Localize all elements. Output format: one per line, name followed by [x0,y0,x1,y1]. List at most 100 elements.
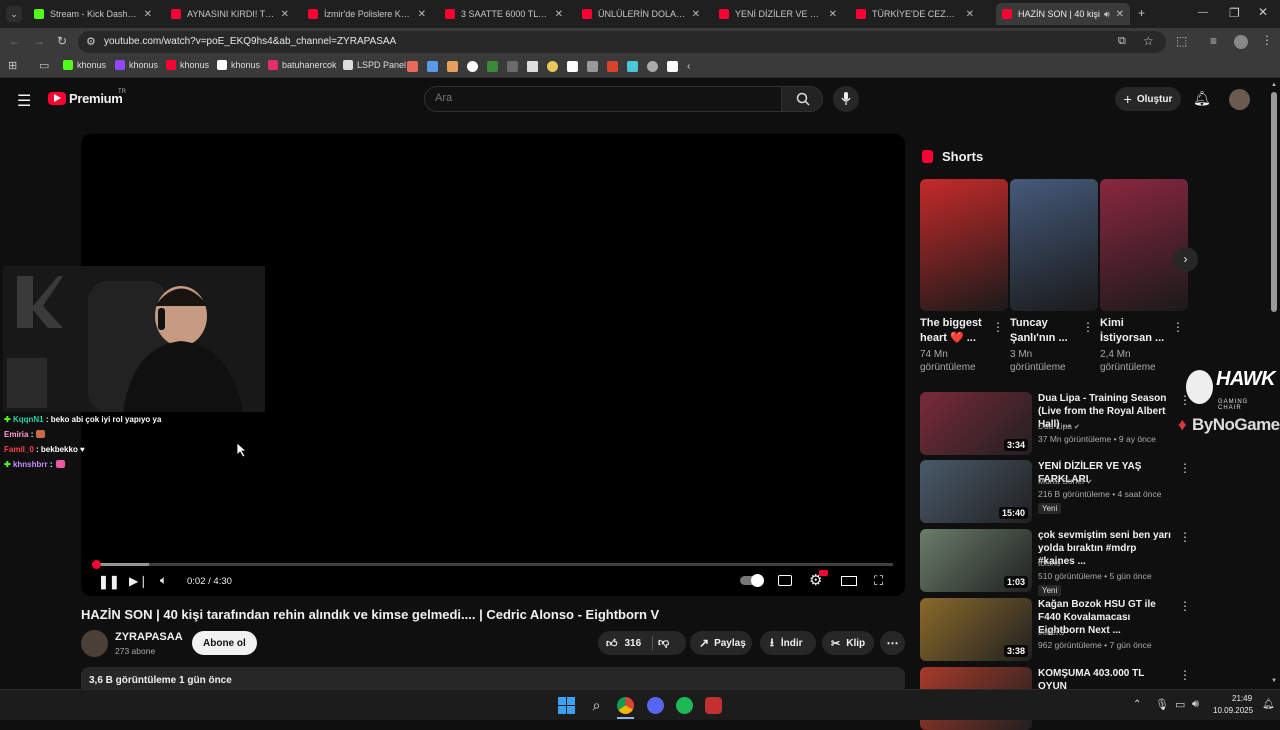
shorts-next-button[interactable]: › [1173,247,1198,272]
browser-tab[interactable]: YENİ DİZİLER VE YAŞ FAR ✕ [713,3,843,25]
short-menu-icon[interactable]: ⋮ [1082,320,1094,334]
bookmark-icon[interactable] [507,61,518,72]
reload-icon[interactable]: ↻ [57,34,67,48]
minimize-button[interactable]: — [1198,7,1208,18]
bookmark-icon[interactable] [547,61,558,72]
folder-icon[interactable]: ▭ [39,59,49,72]
bookmark-icon[interactable] [607,61,618,72]
create-button[interactable]: + Oluştur [1115,87,1181,111]
progress-bar[interactable] [92,560,893,569]
cast-icon[interactable]: ⧉ [1118,35,1126,48]
subscribe-button[interactable]: Abone ol [192,631,257,655]
chrome-icon[interactable] [617,697,634,714]
bookmark-item[interactable]: LSPD Panel [343,60,406,70]
bookmark-icon[interactable] [427,61,438,72]
subtitles-icon[interactable] [778,575,792,586]
close-tab-icon[interactable]: ✕ [1116,9,1124,20]
account-avatar[interactable] [1229,89,1250,110]
spotify-icon[interactable] [676,697,693,714]
close-tab-icon[interactable]: ✕ [418,9,426,20]
bookmark-icon[interactable] [447,61,458,72]
browser-tab[interactable]: 3 SAATTE 6000 TL SERİSİ ✕ [439,3,569,25]
short-menu-icon[interactable]: ⋮ [992,320,1004,334]
next-button[interactable]: ▶❘ [129,574,148,588]
site-info-icon[interactable]: ⚙ [86,35,96,48]
browser-tab[interactable]: Stream - Kick Dashboard ✕ [28,3,158,25]
volume-icon[interactable]: 🔈︎ [160,573,167,588]
browser-tab[interactable]: İzmir'de Polislere Kalleş S ✕ [302,3,432,25]
taskbar-search-icon[interactable]: ⌕ [588,697,605,714]
search-input[interactable] [435,92,765,104]
bookmark-item[interactable]: khonus [63,60,106,70]
short-menu-icon[interactable]: ⋮ [1172,320,1184,334]
search-box[interactable] [424,86,782,112]
restore-button[interactable]: ❐ [1229,6,1240,20]
pause-button[interactable]: ❚❚ [98,574,120,590]
browser-tab[interactable]: ÜNLÜLERİN DOLANDIRIL ✕ [576,3,706,25]
network-icon[interactable]: ▭ [1175,698,1185,711]
voice-search-button[interactable] [833,86,859,112]
extensions-icon[interactable]: ⬚ [1176,34,1187,48]
download-button[interactable]: ⭳ İndir [760,631,816,655]
recommended-channel[interactable]: toisho [1038,558,1061,568]
tray-overflow-icon[interactable]: ⌃ [1133,699,1141,710]
bookmark-item[interactable]: khonus [166,60,209,70]
notifications-bell-icon[interactable]: 🔔︎ [1193,90,1211,107]
guide-menu-icon[interactable]: ☰ [17,91,31,111]
dislike-button[interactable]: 👎︎ [658,636,669,649]
close-tab-icon[interactable]: ✕ [966,9,974,20]
youtube-logo-text[interactable]: Premium [69,91,123,106]
back-icon[interactable]: ← [9,34,21,48]
speaker-icon[interactable]: 🔊︎ [1192,698,1199,711]
video-menu-icon[interactable]: ⋮ [1179,461,1191,475]
clock-time[interactable]: 21:49 [1232,694,1252,703]
short-title[interactable]: The biggest heart ❤️ ... [920,316,992,346]
close-tab-icon[interactable]: ✕ [692,9,700,20]
fullscreen-icon[interactable]: ⛶ [874,573,883,589]
discord-icon[interactable] [647,697,664,714]
bookmark-icon[interactable] [587,61,598,72]
short-title[interactable]: Kimi İstiyorsan ... [1100,316,1172,346]
theater-mode-icon[interactable] [841,576,857,586]
tab-search-button[interactable]: ⌄ [6,6,22,22]
autoplay-toggle[interactable] [740,574,764,587]
channel-avatar[interactable] [81,630,108,657]
youtube-logo-icon[interactable] [48,92,66,105]
browser-menu-icon[interactable]: ⋮ [1261,33,1273,47]
video-menu-icon[interactable]: ⋮ [1179,530,1191,544]
video-menu-icon[interactable]: ⋮ [1179,668,1191,682]
bookmark-icon[interactable] [467,61,478,72]
reading-list-icon[interactable]: ≡ [1210,34,1217,48]
short-title[interactable]: Tuncay Şanlı'nın ... [1010,316,1082,346]
clock-date[interactable]: 10.09.2025 [1213,706,1253,715]
mic-tray-icon[interactable]: 🎙︎ [1155,698,1169,711]
like-button[interactable]: 👍︎ 316 [598,631,652,655]
recommended-channel[interactable]: Murat Soner ✔ [1038,476,1093,486]
clip-button[interactable]: ✂ Klip [822,631,874,655]
bookmark-star-icon[interactable]: ☆ [1143,34,1154,48]
tab-audio-icon[interactable]: 🔊︎ [1104,9,1110,20]
close-tab-icon[interactable]: ✕ [555,9,563,20]
bookmark-icon[interactable] [647,61,658,72]
short-thumbnail[interactable] [1100,179,1188,311]
recommended-video-thumbnail[interactable]: 3:34 [920,392,1032,455]
recommended-channel[interactable]: JokerS [1038,627,1064,637]
new-tab-button[interactable]: + [1138,6,1145,20]
app-icon[interactable] [705,697,722,714]
recommended-video-thumbnail[interactable]: 1:03 [920,529,1032,592]
short-thumbnail[interactable] [1010,179,1098,311]
video-menu-icon[interactable]: ⋮ [1179,599,1191,613]
recommended-video-thumbnail[interactable]: 3:38 [920,598,1032,661]
search-button[interactable] [781,86,823,112]
bookmark-icon[interactable] [627,61,638,72]
recommended-channel[interactable]: Dua Lipa ✔ [1038,421,1080,431]
close-tab-icon[interactable]: ✕ [281,9,289,20]
bookmark-item[interactable]: batuhanercok [268,60,337,70]
recommended-video-thumbnail[interactable]: 15:40 [920,460,1032,523]
forward-icon[interactable]: → [33,34,45,48]
scrollbar-thumb[interactable] [1271,92,1277,312]
bookmark-icon[interactable] [487,61,498,72]
close-tab-icon[interactable]: ✕ [829,9,837,20]
share-button[interactable]: ↗ Paylaş [690,631,752,655]
bookmark-icon[interactable] [567,61,578,72]
